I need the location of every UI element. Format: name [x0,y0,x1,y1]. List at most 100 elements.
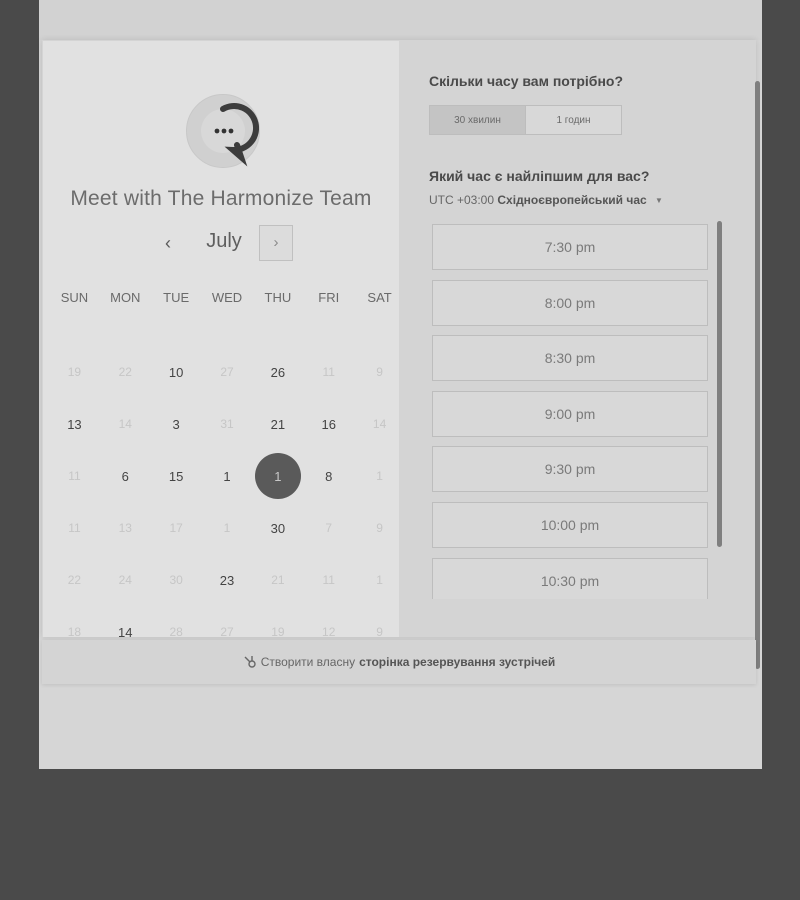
calendar-day[interactable]: 13 [49,401,100,447]
day-number: 30 [169,573,183,587]
weekday-label: SUN [60,290,89,305]
day-number: 14 [118,624,133,640]
time-question: Який час є найліпшим для вас? [429,168,650,184]
day-number: 27 [220,365,234,379]
time-slot-button[interactable]: 9:30 pm [432,446,708,493]
time-slot-list: 7:30 pm 8:00 pm 8:30 pm 9:00 pm 9:30 pm 10:00… [432,224,710,599]
calendar-day[interactable]: 10 [151,349,202,395]
next-month-button[interactable]: › [259,225,293,261]
calendar-day[interactable]: 23 [202,557,253,603]
calendar-day: 11 [49,453,100,499]
calendar-day[interactable]: 6 [100,453,151,499]
day-number: 12 [322,625,336,639]
calendar-day: 31 [202,401,253,447]
top-bar [39,0,762,40]
card-scrollbar[interactable] [755,81,760,669]
day-number: 11 [68,469,81,483]
calendar-day: 1 [354,557,405,603]
day-number: 11 [322,573,335,587]
calendar-day: 11 [303,349,354,395]
timezone-selector[interactable]: UTC +03:00 Східноєвропейський час ▼ [429,193,663,207]
calendar-day: 14 [354,401,405,447]
day-number: 17 [169,521,183,535]
calendar-day: 7 [303,505,354,551]
time-slot-button[interactable]: 10:30 pm [432,557,708,599]
calendar-panel: Meet with The Harmonize Team ‹ July › SU… [43,41,399,640]
calendar-day[interactable]: 30 [252,505,303,551]
calendar-day: 19 [49,349,100,395]
day-number: 14 [118,417,132,431]
day-number: 22 [67,573,82,587]
calendar-day: 1 [202,505,253,551]
calendar-day[interactable]: 15 [151,453,202,499]
day-number: 13 [118,521,132,535]
time-slot-button[interactable]: 8:00 pm [432,279,708,326]
footer-link[interactable]: сторінка резервування зустрічей [359,655,555,669]
footer-text: Створити власну [260,655,356,669]
time-slot-button[interactable]: 7:30 pm [432,224,708,270]
calendar-day[interactable]: 8 [303,453,354,499]
chat-dots-icon [201,103,259,167]
weekday-label: THU [264,290,292,305]
day-number: 1 [223,468,231,484]
duration-option[interactable]: 30 хвилин [430,106,526,134]
weekday-label: WED [211,290,243,305]
meeting-card: Meet with The Harmonize Team ‹ July › SU… [42,40,760,669]
calendar-day: 22 [49,557,100,603]
time-slot-scrollbar[interactable] [717,221,722,547]
calendar-day-selected[interactable]: 1 [252,453,303,499]
calendar-day[interactable]: 1 [202,453,253,499]
calendar-day: 17 [151,505,202,551]
day-number: 30 [270,520,286,536]
calendar-day[interactable]: 3 [151,401,202,447]
weekday-label: MON [110,290,141,305]
calendar-day: 24 [100,557,151,603]
calendar-day[interactable]: 16 [303,401,354,447]
calendar-day: 1 [354,453,405,499]
day-number: 11 [68,521,81,535]
page-frame: Meet with The Harmonize Team ‹ July › SU… [39,0,762,769]
organizer-title: Meet with The Harmonize Team [70,187,372,210]
calendar-day[interactable]: 26 [252,349,303,395]
calendar-day: 22 [100,349,151,395]
day-number: 6 [121,468,129,484]
calendar-day: 14 [100,401,151,447]
day-number: 13 [67,416,82,432]
day-number: 11 [322,365,335,379]
chevron-down-icon: ▼ [655,196,663,205]
prev-month-button[interactable]: ‹ [158,231,178,255]
duration-option[interactable]: 1 годин [526,106,621,134]
weekday-label: FRI [318,290,340,305]
weekday-label: TUE [163,290,190,305]
weekday-label: SAT [367,290,392,305]
day-number: 16 [321,416,336,432]
calendar-day: 30 [151,557,202,603]
day-number: 19 [271,625,285,639]
day-number: 9 [376,521,383,535]
calendar-week-row: 19 22 10 27 26 11 9 [49,349,405,395]
time-slot-button[interactable]: 10:00 pm [432,502,708,548]
calendar-day: 11 [303,557,354,603]
day-number: 21 [271,573,285,587]
weekday-header: SUN MON TUE WED THU FRI SAT [49,290,405,305]
hubspot-sprocket-icon [244,656,256,668]
day-number: 21 [270,416,286,432]
day-number: 3 [172,416,180,432]
timezone-offset: UTC +03:00 [429,193,495,207]
day-number: 18 [67,625,82,639]
time-slot-button[interactable]: 9:00 pm [432,390,708,437]
calendar-week-row: 22 24 30 23 21 11 1 [49,557,405,603]
day-number: 1 [376,573,383,587]
calendar-day[interactable]: 21 [252,401,303,447]
day-number: 24 [118,573,132,587]
day-number: 9 [376,625,383,639]
month-navigation: ‹ July › [43,225,399,265]
calendar-week-row: 11 13 17 1 30 7 9 [49,505,405,551]
calendar-week-row: 11 6 15 1 1 8 1 [49,453,405,499]
day-number: 23 [219,572,235,588]
day-number: 10 [168,364,184,380]
time-slot-button[interactable]: 8:30 pm [432,335,708,382]
footer: Створити власну сторінка резервування зу… [42,640,756,684]
avatar [186,94,260,168]
day-number: 8 [325,468,333,484]
